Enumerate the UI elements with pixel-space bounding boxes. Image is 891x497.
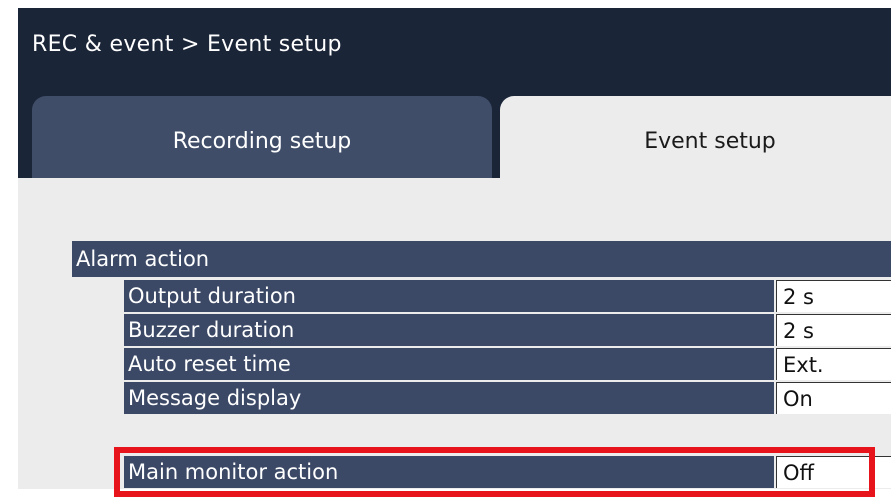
highlight-box [114, 447, 875, 497]
setting-label: Auto reset time [124, 348, 774, 380]
event-setup-window: REC & event > Event setup Recording setu… [18, 8, 891, 489]
setting-label: Output duration [124, 280, 774, 312]
message-display-select[interactable]: On [776, 382, 891, 414]
breadcrumb: REC & event > Event setup [32, 32, 342, 57]
setting-row-output-duration: Output duration 2 s [124, 280, 891, 312]
section-header-alarm-action: Alarm action [72, 241, 891, 277]
setting-row-buzzer-duration: Buzzer duration 2 s [124, 314, 891, 346]
setting-label: Message display [124, 382, 774, 414]
setting-row-message-display: Message display On [124, 382, 891, 414]
buzzer-duration-select[interactable]: 2 s [776, 314, 891, 346]
auto-reset-time-select[interactable]: Ext. [776, 348, 891, 380]
setting-row-auto-reset-time: Auto reset time Ext. [124, 348, 891, 380]
tab-label: Recording setup [172, 129, 352, 154]
setting-label: Buzzer duration [124, 314, 774, 346]
output-duration-select[interactable]: 2 s [776, 280, 891, 312]
tab-label: Event setup [644, 129, 776, 154]
settings-panel: Alarm action Output duration 2 s Buzzer … [18, 178, 891, 489]
